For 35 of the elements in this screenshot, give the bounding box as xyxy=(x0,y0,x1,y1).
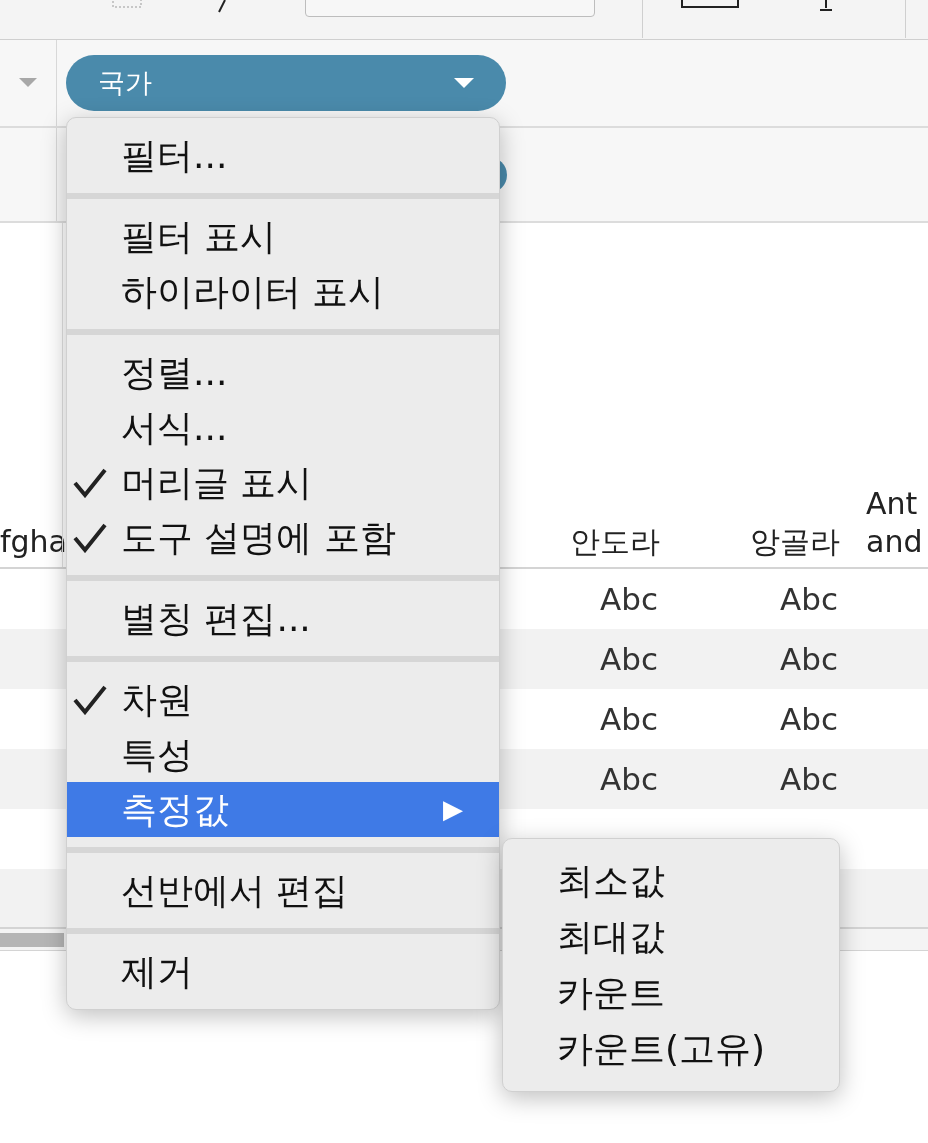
toolbar-icon[interactable] xyxy=(680,0,740,10)
menu-item[interactable]: 서식... xyxy=(67,400,499,455)
scrollbar-thumb[interactable] xyxy=(0,933,64,947)
menu-item[interactable]: 별칭 편집... xyxy=(67,591,499,646)
table-cell-text: Abc xyxy=(599,700,658,739)
menu-item[interactable]: 머리글 표시 xyxy=(67,455,499,510)
menu-item[interactable]: 최대값 xyxy=(503,909,839,965)
menu-item[interactable]: 카운트(고유) xyxy=(503,1021,839,1077)
row-header: fgha xyxy=(0,523,67,561)
menu-item[interactable]: 도구 설명에 포함 xyxy=(67,510,499,565)
menu-item[interactable]: 제거 xyxy=(67,944,499,999)
table-cell-text: Abc xyxy=(779,760,838,799)
table-cell-text: Abc xyxy=(599,580,658,619)
caret-icon[interactable] xyxy=(19,78,37,88)
menu-item[interactable]: 하이라이터 표시 xyxy=(67,264,499,319)
column-header: 안도라 xyxy=(569,523,660,561)
table-cell-text: Abc xyxy=(779,580,838,619)
toolbar-icon[interactable] xyxy=(818,0,834,12)
table-cell-text: Abc xyxy=(599,760,658,799)
menu-item[interactable]: 필터 표시 xyxy=(67,209,499,264)
menu-item[interactable]: 최소값 xyxy=(503,853,839,909)
column-header: Ant and xyxy=(866,485,924,561)
caret-icon xyxy=(454,77,474,89)
table-cell-text: Abc xyxy=(779,640,838,679)
column-header: 앙골라 xyxy=(749,523,840,561)
menu-item[interactable]: 선반에서 편집 xyxy=(67,863,499,918)
menu-item[interactable]: 카운트 xyxy=(503,965,839,1021)
menu-item[interactable]: 측정값 ▶ xyxy=(67,782,499,837)
table-cell-text: Abc xyxy=(599,640,658,679)
input-field[interactable] xyxy=(305,0,595,17)
table-cell-text: Abc xyxy=(779,700,838,739)
shelf-pill[interactable]: 국가 xyxy=(66,55,506,111)
menu-item[interactable]: 특성 xyxy=(67,727,499,782)
menu-item[interactable]: 정렬... xyxy=(67,345,499,400)
menu-item[interactable]: 차원 xyxy=(67,672,499,727)
